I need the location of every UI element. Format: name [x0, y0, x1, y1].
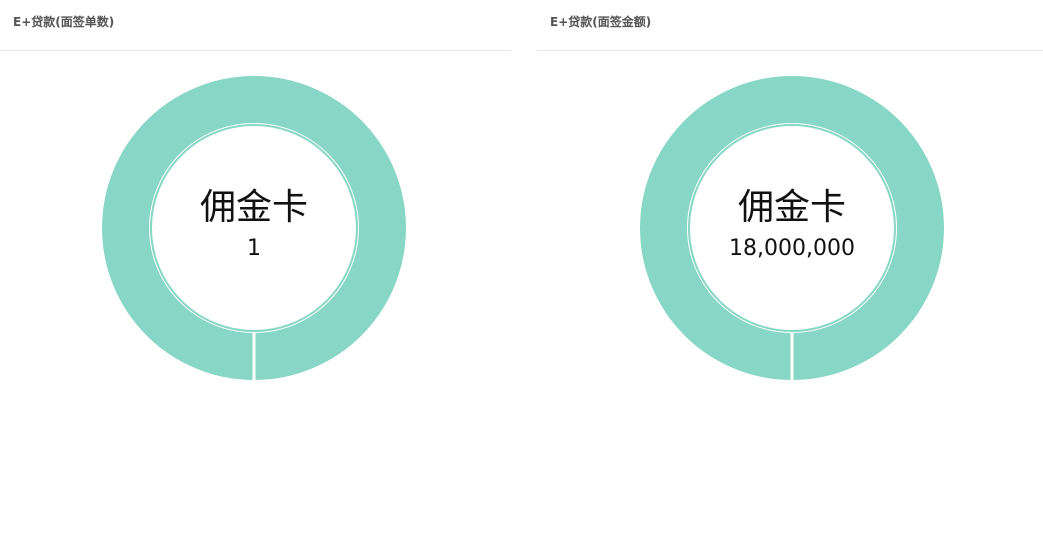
donut-center-disc [688, 124, 896, 332]
panel-title: E+贷款(面签金额) [550, 15, 652, 29]
dashboard: E+贷款(面签单数) 佣金卡 1 E+贷款(面签金额) 佣金卡 18,000,000 [0, 0, 1043, 553]
center-value-label: 1 [247, 236, 261, 261]
center-category-label: 佣金卡 [200, 187, 308, 228]
center-value-label: 18,000,000 [729, 236, 855, 261]
panel-header: E+贷款(面签单数) [0, 0, 511, 51]
signing-amount-donut-chart: 佣金卡 18,000,000 [640, 76, 944, 381]
signing-count-donut-chart: 佣金卡 1 [102, 76, 406, 381]
panel-header: E+贷款(面签金额) [537, 0, 1043, 51]
signing-amount-panel: E+贷款(面签金额) 佣金卡 18,000,000 [537, 0, 1043, 553]
panel-title: E+贷款(面签单数) [13, 15, 115, 29]
center-category-label: 佣金卡 [738, 187, 846, 228]
donut-center-disc [150, 124, 358, 332]
signing-count-panel: E+贷款(面签单数) 佣金卡 1 [0, 0, 511, 553]
